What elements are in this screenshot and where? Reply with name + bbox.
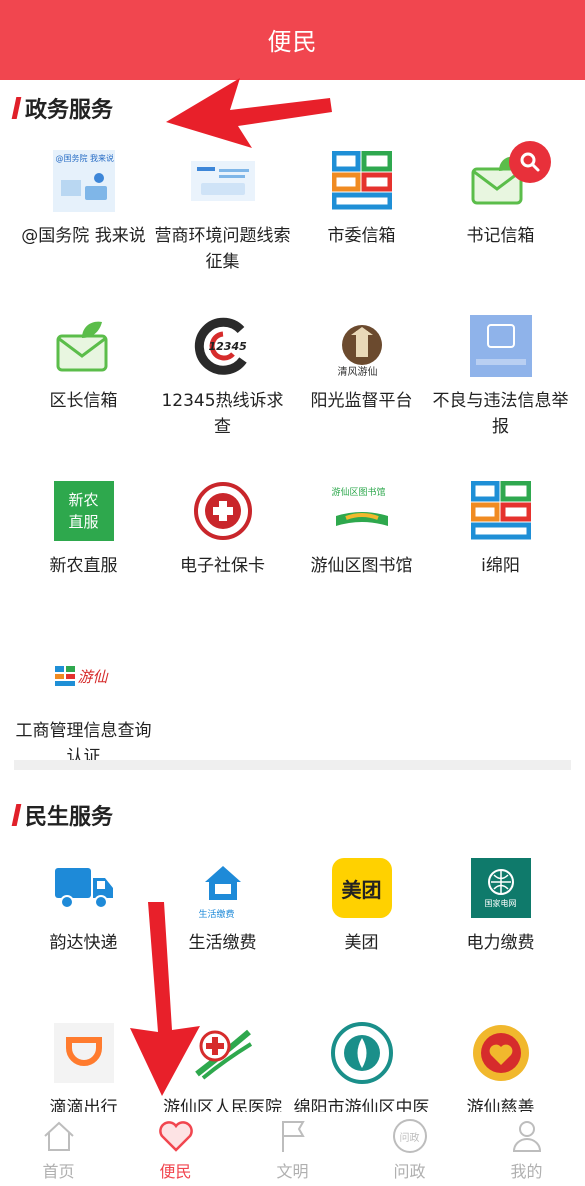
tab-mine[interactable]: 我的 (468, 1112, 585, 1186)
service-report-illegal[interactable]: 不良与违法信息举报 (431, 300, 570, 465)
hospital-icon (191, 1021, 255, 1085)
service-label: 游仙区图书馆 (310, 556, 413, 576)
section-header-government: 政务服务 (11, 92, 114, 124)
service-xinnong[interactable]: 新农 直服 新农直服 (14, 465, 153, 630)
service-business-environment[interactable]: 营商环境问题线索征集 (153, 135, 292, 300)
service-label: 12345热线诉求查 (161, 391, 284, 437)
state-grid-text: 国家电网 (484, 898, 517, 908)
guowuyuan-icon-text: @国务院 我来说 (55, 154, 115, 163)
service-label: 营商环境问题线索征集 (154, 226, 291, 272)
business-admin-icon: 游仙 (52, 644, 116, 708)
tab-civilization[interactable]: 文明 (234, 1112, 351, 1186)
service-i-mianyang[interactable]: i绵阳 (431, 465, 570, 630)
library-icon-text: 游仙区图书馆 (331, 488, 386, 498)
search-badge-icon (508, 141, 551, 183)
service-label: 韵达快递 (49, 933, 118, 953)
section-accent-bar (11, 804, 22, 826)
tab-label: 我的 (510, 1162, 543, 1181)
charity-icon (469, 1021, 533, 1085)
wenzheng-icon: 问政 (390, 1116, 430, 1156)
service-label: 区长信箱 (49, 391, 118, 411)
service-label: @国务院 我来说 (21, 226, 146, 246)
service-electricity-bill[interactable]: 国家电网 电力缴费 (431, 842, 570, 1007)
service-label: 不良与违法信息举报 (432, 391, 569, 437)
hotline-icon-text: 12345 (208, 340, 247, 353)
service-hotline-12345[interactable]: 12345 12345热线诉求查 (153, 300, 292, 465)
service-label: 电力缴费 (466, 933, 535, 953)
service-label: 书记信箱 (466, 226, 535, 246)
home-icon (39, 1116, 79, 1156)
tab-label: 问政 (393, 1162, 426, 1181)
heart-icon (156, 1116, 196, 1156)
social-security-card-icon (191, 479, 255, 543)
section-header-livelihood: 民生服务 (11, 799, 114, 831)
service-social-security-card[interactable]: 电子社保卡 (153, 465, 292, 630)
section-title: 政务服务 (25, 98, 114, 123)
bottom-tab-bar: 首页 便民 文明 问政 问政 我的 (0, 1112, 585, 1186)
service-label: 市委信箱 (327, 226, 396, 246)
service-mayor-mailbox[interactable]: 区长信箱 (14, 300, 153, 465)
service-library[interactable]: 游仙区图书馆 游仙区图书馆 (292, 465, 431, 630)
sunshine-icon-text: 清风游仙 (337, 367, 378, 378)
truck-icon (52, 856, 116, 920)
tab-label: 文明 (276, 1162, 309, 1181)
business-env-icon (190, 149, 255, 213)
tab-label: 首页 (42, 1162, 75, 1181)
page-title: 便民 (267, 27, 318, 56)
service-sunshine-supervision[interactable]: 清风游仙 阳光监督平台 (292, 300, 431, 465)
house-bill-icon-text: 生活缴费 (198, 910, 235, 920)
service-label: i绵阳 (481, 556, 520, 576)
meituan-icon: 美团 (330, 856, 394, 920)
youxian-logo-text: 游仙 (77, 668, 108, 686)
house-bill-icon: 生活缴费 (191, 856, 255, 920)
hotline-12345-icon: 12345 (191, 314, 255, 378)
service-meituan[interactable]: 美团 美团 (292, 842, 431, 1007)
section-divider (14, 760, 571, 770)
service-business-admin[interactable]: 游仙 工商管理信息查询认证 (14, 630, 153, 795)
flag-icon (273, 1116, 313, 1156)
service-label: 阳光监督平台 (310, 391, 413, 411)
xinnong-icon-text: 新农 直服 (53, 481, 114, 541)
library-icon: 游仙区图书馆 (330, 479, 394, 543)
tab-inquiry[interactable]: 问政 问政 (351, 1112, 468, 1186)
service-secretary-mailbox[interactable]: 书记信箱 (431, 135, 570, 300)
didi-tile (53, 1023, 114, 1083)
tab-label: 便民 (159, 1162, 192, 1181)
mayor-mailbox-icon (52, 314, 116, 378)
government-services-grid: @国务院 我来说 @国务院 我来说 营商环境问题线索征集 市委信箱 书记信箱 区… (14, 135, 570, 795)
wenzheng-icon-text: 问政 (392, 1119, 427, 1153)
service-label: 生活缴费 (188, 933, 257, 953)
section-title: 民生服务 (25, 805, 114, 830)
service-label: 新农直服 (49, 556, 118, 576)
secretary-mailbox-icon (469, 141, 551, 213)
mianyang-logo-icon (330, 149, 394, 213)
guowuyuan-icon: @国务院 我来说 (52, 149, 116, 213)
tab-home[interactable]: 首页 (0, 1112, 117, 1186)
top-bar: 便民 (0, 0, 585, 80)
user-icon (507, 1116, 547, 1156)
state-grid-tile: 国家电网 (470, 858, 531, 918)
service-yunda-express[interactable]: 韵达快递 (14, 842, 153, 1007)
service-label: 电子社保卡 (180, 556, 265, 576)
i-mianyang-icon (469, 479, 533, 543)
meituan-icon-text: 美团 (331, 858, 392, 918)
service-guowuyuan[interactable]: @国务院 我来说 @国务院 我来说 (14, 135, 153, 300)
tcm-hospital-icon (330, 1021, 394, 1085)
service-municipal-mailbox[interactable]: 市委信箱 (292, 135, 431, 300)
tab-convenience[interactable]: 便民 (117, 1112, 234, 1186)
report-illegal-icon (469, 314, 533, 378)
didi-icon (52, 1021, 116, 1085)
xinnong-icon: 新农 直服 (52, 479, 116, 543)
section-accent-bar (11, 97, 22, 119)
sunshine-supervision-icon: 清风游仙 (330, 314, 394, 378)
service-living-bills[interactable]: 生活缴费 生活缴费 (153, 842, 292, 1007)
service-label: 美团 (344, 933, 379, 953)
state-grid-icon: 国家电网 (469, 856, 533, 920)
